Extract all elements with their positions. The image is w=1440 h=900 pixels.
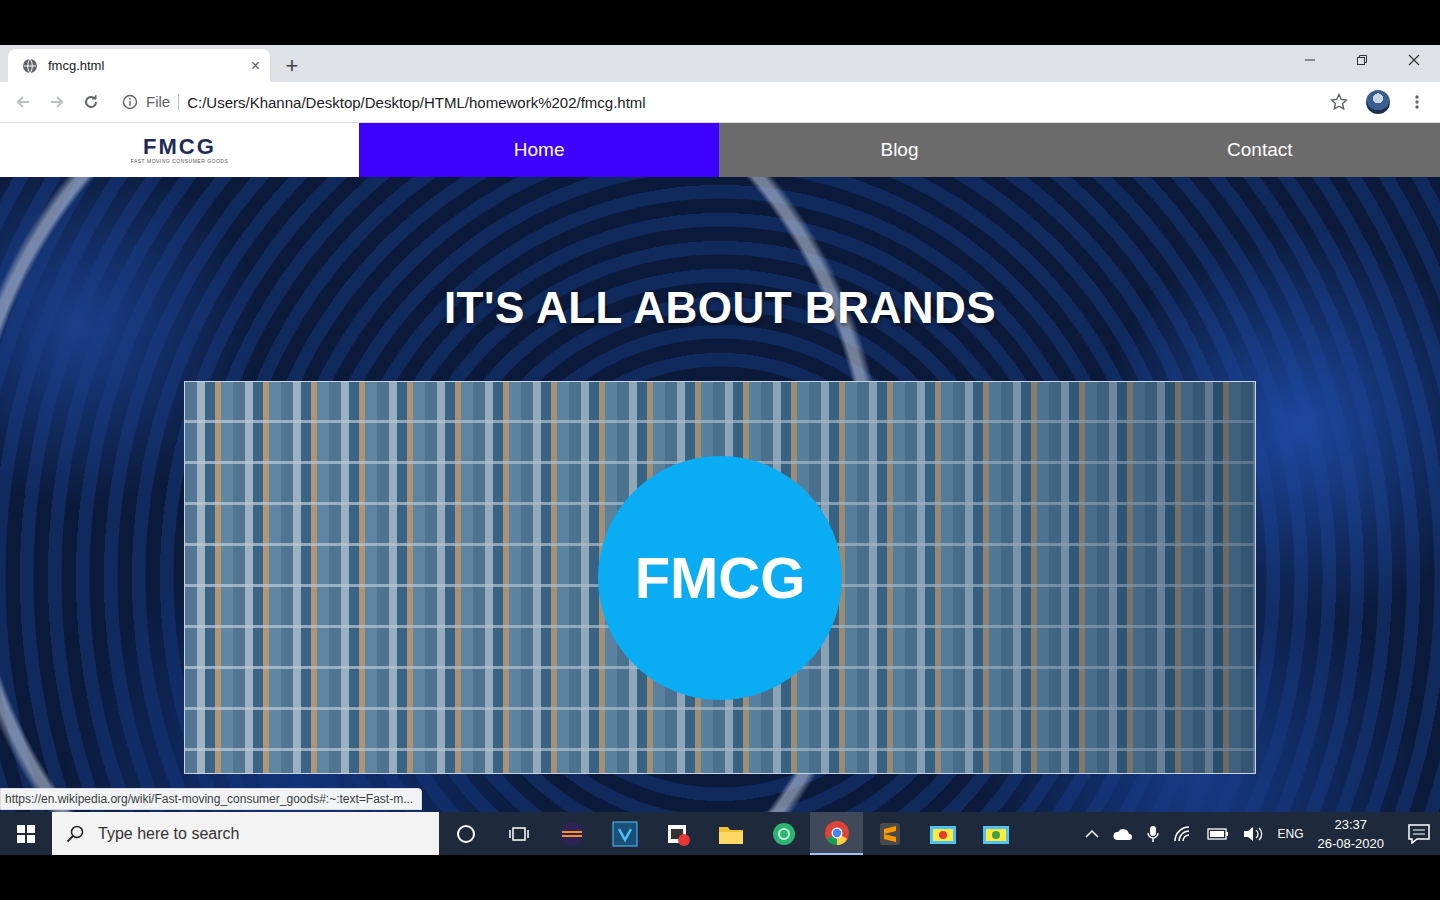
taskbar: Type here to search ENG 23:37 26 <box>0 812 1440 855</box>
fmcg-badge: FMCG <box>598 456 842 700</box>
clock-date: 26-08-2020 <box>1318 834 1385 853</box>
site-logo[interactable]: FMCG FAST MOVING CONSUMER GOODS <box>0 123 359 177</box>
vscode-icon[interactable] <box>598 812 651 855</box>
new-tab-button[interactable]: + <box>270 49 314 82</box>
file-explorer-icon[interactable] <box>704 812 757 855</box>
restore-icon[interactable] <box>1336 45 1388 75</box>
reload-icon[interactable] <box>76 87 106 117</box>
search-icon <box>66 825 84 843</box>
tab-title: fmcg.html <box>48 58 241 73</box>
globe-app-icon[interactable] <box>757 812 810 855</box>
microphone-icon[interactable] <box>1147 825 1159 843</box>
nav-label: Blog <box>880 139 918 161</box>
address-scheme: File <box>146 94 179 110</box>
paint-window-icon[interactable] <box>969 812 1022 855</box>
eclipse-icon[interactable] <box>545 812 598 855</box>
nav-label: Home <box>514 139 565 161</box>
cortana-icon[interactable] <box>439 812 492 855</box>
task-view-icon[interactable] <box>492 812 545 855</box>
battery-icon[interactable] <box>1207 828 1229 840</box>
star-icon[interactable] <box>1324 87 1354 117</box>
cloud-icon[interactable] <box>1113 827 1133 841</box>
nav-item[interactable]: Blog <box>719 123 1079 177</box>
menu-icon[interactable] <box>1402 87 1432 117</box>
info-icon[interactable] <box>122 94 138 110</box>
windows-icon[interactable] <box>0 812 52 855</box>
clock[interactable]: 23:37 26-08-2020 <box>1318 815 1385 853</box>
nav-item[interactable]: Home <box>359 123 719 177</box>
nav-item[interactable]: Contact <box>1080 123 1440 177</box>
chevron-up-icon[interactable] <box>1085 829 1099 839</box>
back-icon[interactable] <box>8 87 38 117</box>
hero-heading: IT'S ALL ABOUT BRANDS <box>444 283 996 333</box>
logo-name: FMCG <box>143 136 216 158</box>
avatar-icon[interactable] <box>1358 87 1398 117</box>
hero: IT'S ALL ABOUT BRANDS FMCG https://en.wi… <box>0 177 1440 812</box>
address-bar[interactable]: File C:/Users/Khanna/Desktop/Desktop/HTM… <box>110 87 1320 117</box>
language-indicator[interactable]: ENG <box>1277 827 1303 841</box>
minimize-icon[interactable] <box>1284 45 1336 75</box>
sublime-icon[interactable] <box>863 812 916 855</box>
nav-label: Contact <box>1227 139 1292 161</box>
chrome-icon[interactable] <box>810 812 863 855</box>
store-photo: FMCG <box>184 381 1256 774</box>
clock-time: 23:37 <box>1334 815 1367 834</box>
link-status: https://en.wikipedia.org/wiki/Fast-movin… <box>0 788 422 810</box>
speaker-icon[interactable] <box>1243 826 1263 842</box>
media-app-icon[interactable] <box>651 812 704 855</box>
site-nav: FMCG FAST MOVING CONSUMER GOODS Home Blog… <box>0 123 1440 177</box>
wifi-icon[interactable] <box>1173 826 1193 842</box>
tab-close-button[interactable]: × <box>251 57 260 75</box>
taskbar-search[interactable]: Type here to search <box>52 812 439 855</box>
globe-icon <box>22 58 38 74</box>
forward-icon[interactable] <box>42 87 72 117</box>
notifications-icon[interactable] <box>1408 824 1430 844</box>
logo-tagline: FAST MOVING CONSUMER GOODS <box>131 158 229 164</box>
close-icon[interactable] <box>1388 45 1440 75</box>
paint-icon[interactable] <box>916 812 969 855</box>
browser-tab[interactable]: fmcg.html × <box>8 49 270 82</box>
search-placeholder: Type here to search <box>98 825 239 843</box>
address-url[interactable]: C:/Users/Khanna/Desktop/Desktop/HTML/hom… <box>187 94 646 111</box>
